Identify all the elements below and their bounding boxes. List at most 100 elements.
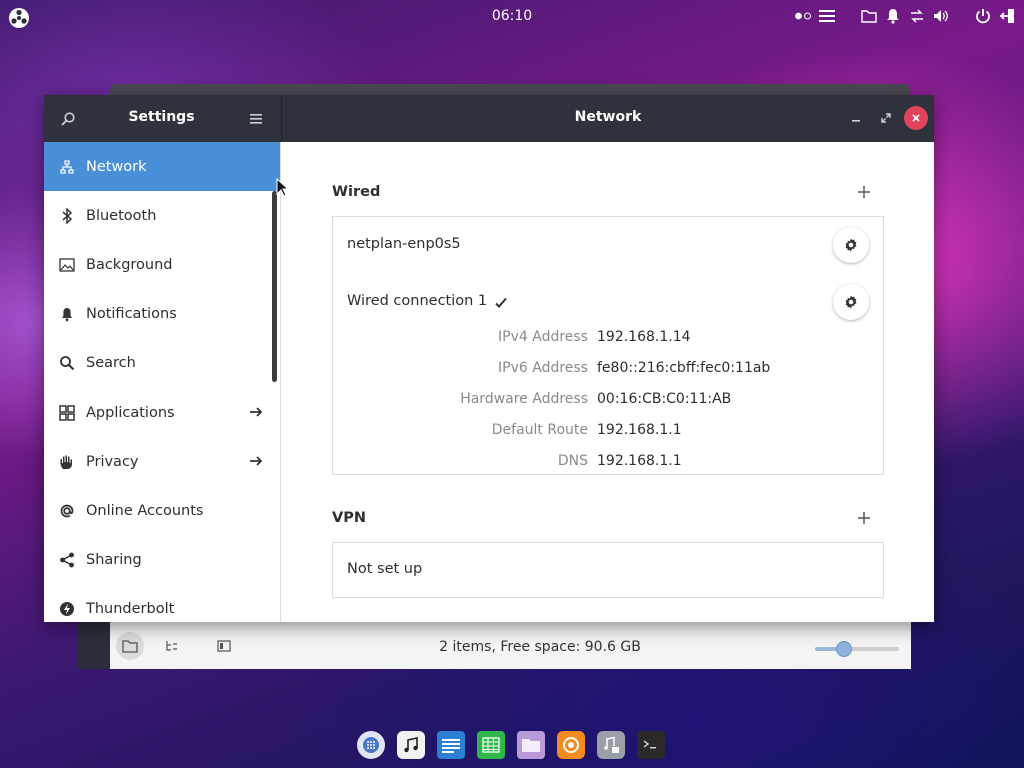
search-icon	[58, 354, 76, 372]
hamburger-menu-icon[interactable]	[818, 7, 836, 25]
network-panel: Wired netplan-enp0s5 Wired connection 1 …	[282, 142, 934, 622]
sidebar-item-label: Notifications	[86, 306, 177, 323]
vpn-section-title: VPN	[332, 510, 366, 526]
at-icon	[58, 502, 76, 520]
sidebar-item-network[interactable]: Network	[44, 142, 280, 192]
dock	[356, 730, 666, 760]
sidebar-toggle-button[interactable]	[210, 632, 238, 660]
power-icon[interactable]	[974, 7, 992, 25]
files-icon[interactable]	[516, 730, 546, 760]
apps-grid-icon	[58, 404, 76, 422]
sidebar-scrollbar[interactable]	[272, 191, 277, 382]
folder-icon[interactable]	[860, 7, 878, 25]
plus-icon	[858, 186, 870, 198]
wired-connections-frame: netplan-enp0s5 Wired connection 1 IPv4 A…	[332, 216, 884, 475]
checkmark-icon	[494, 296, 508, 310]
bell-icon	[58, 305, 76, 323]
settings-title: Settings	[128, 109, 195, 125]
mouse-cursor-icon	[276, 177, 290, 198]
hand-icon	[58, 453, 76, 471]
sidebar-item-background[interactable]: Background	[44, 240, 280, 289]
sidebar-item-search[interactable]: Search	[44, 339, 280, 388]
terminal-icon[interactable]	[636, 730, 666, 760]
launcher-icon[interactable]	[356, 730, 386, 760]
thunderbolt-icon	[58, 600, 76, 618]
search-icon	[61, 112, 75, 126]
sidebar-item-bluetooth[interactable]: Bluetooth	[44, 191, 280, 240]
bell-icon[interactable]	[884, 7, 902, 25]
sidebar-item-privacy[interactable]: Privacy	[44, 437, 280, 486]
sidebar-item-applications[interactable]: Applications	[44, 388, 280, 437]
zoom-slider[interactable]	[815, 641, 899, 657]
connection-settings-button[interactable]	[833, 227, 869, 263]
text-editor-icon[interactable]	[436, 730, 466, 760]
file-manager-statusbar: 2 items, Free space: 90.6 GB	[78, 622, 911, 669]
sidebar-item-online-accounts[interactable]: Online Accounts	[44, 486, 280, 535]
detail-label: IPv4 Address	[498, 329, 588, 345]
hamburger-menu-icon	[250, 114, 262, 124]
sidebar-item-label: Sharing	[86, 552, 142, 569]
connection-name: netplan-enp0s5	[347, 236, 461, 252]
detail-value: fe80::216:cbff:fec0:11ab	[597, 360, 771, 376]
spreadsheet-icon[interactable]	[476, 730, 506, 760]
share-icon	[58, 551, 76, 569]
image-icon	[58, 256, 76, 274]
arrow-right-icon	[248, 404, 264, 420]
maximize-icon	[881, 113, 891, 123]
detail-value: 192.168.1.14	[597, 329, 691, 345]
settings-titlebar: Settings Network	[44, 95, 934, 142]
network-icon	[58, 158, 76, 176]
detail-value: 192.168.1.1	[597, 422, 682, 438]
detail-label: IPv6 Address	[498, 360, 588, 376]
minimize-button[interactable]	[844, 106, 868, 130]
music-icon[interactable]	[396, 730, 426, 760]
settings-window: Settings Network Network Bluetooth Backgro…	[44, 95, 934, 622]
logout-icon[interactable]	[998, 7, 1016, 25]
plus-icon	[858, 512, 870, 524]
panel-title: Network	[574, 109, 642, 125]
network-transfer-icon[interactable]	[908, 7, 926, 25]
detail-label: Default Route	[491, 422, 588, 438]
tree-view-button[interactable]	[158, 632, 186, 660]
gear-icon	[845, 238, 857, 252]
maximize-button[interactable]	[874, 106, 898, 130]
sidebar-item-label: Online Accounts	[86, 502, 204, 519]
vpn-frame: Not set up	[332, 542, 884, 598]
sidebar-list: Network Bluetooth Background Notifications S…	[44, 142, 280, 622]
add-vpn-button[interactable]	[856, 510, 872, 526]
detail-value: 00:16:CB:C0:11:AB	[597, 391, 732, 407]
sidebar-item-notifications[interactable]: Notifications	[44, 290, 280, 339]
sidebar-item-thunderbolt[interactable]: Thunderbolt	[44, 585, 280, 622]
detail-value: 192.168.1.1	[597, 453, 682, 469]
sidebar-item-label: Bluetooth	[86, 207, 157, 224]
connection-name: Wired connection 1	[347, 293, 488, 309]
folder-view-button[interactable]	[116, 632, 144, 660]
search-button[interactable]	[56, 107, 80, 131]
workspace-indicator-icon[interactable]	[794, 7, 812, 25]
close-icon	[912, 114, 920, 122]
detail-label: DNS	[557, 453, 588, 469]
connection-settings-button[interactable]	[833, 284, 869, 320]
sidebar-item-label: Privacy	[86, 453, 139, 470]
top-panel: 06:10	[0, 0, 1024, 34]
detail-label: Hardware Address	[460, 391, 588, 407]
minimize-icon	[852, 120, 860, 122]
sidebar-item-label: Thunderbolt	[86, 601, 175, 618]
firefox-icon[interactable]	[556, 730, 586, 760]
close-button[interactable]	[904, 106, 928, 130]
sidebar-item-label: Network	[86, 158, 147, 175]
sidebar-item-label: Applications	[86, 404, 175, 421]
sidebar-item-label: Search	[86, 355, 136, 372]
sidebar-item-label: Background	[86, 256, 173, 273]
vpn-status: Not set up	[347, 561, 423, 577]
system-tray	[794, 7, 1016, 25]
file-manager-status-text: 2 items, Free space: 90.6 GB	[439, 639, 641, 655]
volume-icon[interactable]	[932, 7, 950, 25]
arrow-right-icon	[248, 453, 264, 469]
zoom-slider-knob[interactable]	[836, 641, 853, 657]
add-wired-button[interactable]	[856, 184, 872, 200]
gear-icon	[845, 295, 857, 309]
menu-button[interactable]	[244, 107, 268, 131]
media-icon[interactable]	[596, 730, 626, 760]
sidebar-item-sharing[interactable]: Sharing	[44, 536, 280, 585]
